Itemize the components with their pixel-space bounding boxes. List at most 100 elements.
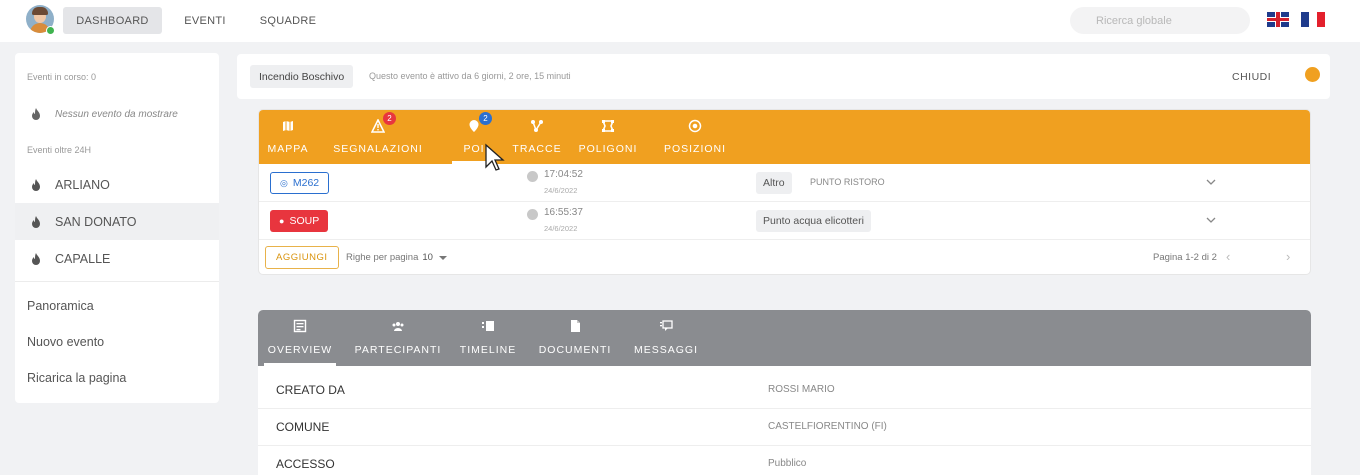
poi-code-button[interactable]: ◎ M262 — [270, 172, 330, 194]
sidebar-event-san-donato[interactable]: SAN DONATO — [15, 203, 219, 240]
tab-label: POLIGONI — [578, 143, 638, 155]
poi-time: 17:04:52 — [544, 169, 583, 180]
poi-code-label: SOUP — [289, 215, 320, 227]
chevron-down-icon[interactable] — [1205, 214, 1217, 226]
events-over-24h-label: Eventi oltre 24H — [27, 145, 92, 155]
timeline-icon — [482, 321, 494, 331]
document-icon — [571, 320, 580, 332]
top-navbar: DASHBOARD EVENTI SQUADRE Ricerca globale — [0, 0, 1360, 42]
detail-row-created-by: CREATO DA ROSSI MARIO — [258, 372, 1311, 409]
detail-row-accesso: ACCESSO Pubblico — [258, 446, 1311, 475]
flag-uk-icon[interactable] — [1267, 12, 1289, 27]
flame-icon — [32, 178, 40, 191]
detail-value: ROSSI MARIO — [768, 384, 835, 395]
global-search-input[interactable]: Ricerca globale — [1070, 7, 1250, 34]
poi-count-badge: 2 — [479, 112, 492, 125]
tab-tracce[interactable]: TRACCE — [512, 110, 562, 164]
tab-mappa[interactable]: MAPPA — [264, 110, 312, 164]
poi-category-chip: Altro — [756, 172, 792, 194]
flame-icon — [32, 108, 40, 120]
tab-partecipanti[interactable]: PARTECIPANTI — [350, 310, 446, 366]
polygon-icon — [601, 120, 615, 132]
detail-row-comune: COMUNE CASTELFIORENTINO (FI) — [258, 409, 1311, 446]
overview-icon — [293, 319, 307, 333]
flame-icon — [32, 252, 40, 265]
tab-poligoni[interactable]: POLIGONI — [575, 110, 641, 164]
event-header: Incendio Boschivo Questo evento è attivo… — [237, 54, 1330, 99]
online-status-dot — [46, 26, 55, 35]
prev-page-icon[interactable]: ‹ — [1226, 249, 1230, 264]
flag-fr-icon[interactable] — [1301, 12, 1325, 27]
detail-label: COMUNE — [276, 420, 330, 434]
mouse-cursor-icon — [485, 143, 505, 171]
new-event-link[interactable]: Nuovo evento — [27, 335, 104, 349]
radio-tower-icon: ◎ — [280, 177, 288, 188]
nav-squadre-button[interactable]: SQUADRE — [258, 7, 318, 34]
flame-icon — [32, 215, 40, 228]
sidebar-event-label: CAPALLE — [55, 251, 111, 266]
chevron-down-icon[interactable] — [1205, 176, 1217, 188]
detail-value: CASTELFIORENTINO (FI) — [768, 421, 887, 432]
person-icon: ● — [279, 216, 285, 226]
poi-row[interactable]: ● SOUP 16:55:37 24/6/2022 Punto acqua el… — [259, 202, 1310, 240]
sidebar-divider — [15, 281, 219, 282]
nav-dashboard-button[interactable]: DASHBOARD — [63, 7, 162, 34]
target-icon — [688, 119, 702, 133]
pagination-text: Pagina 1-2 di 2 — [1153, 252, 1217, 263]
add-poi-button[interactable]: AGGIUNGI — [265, 246, 339, 269]
tab-timeline[interactable]: TIMELINE — [458, 310, 518, 366]
sidebar-event-label: ARLIANO — [55, 177, 110, 192]
no-events-text: Nessun evento da mostrare — [55, 108, 178, 120]
sidebar-event-label: SAN DONATO — [55, 214, 137, 229]
detail-value: Pubblico — [768, 458, 807, 469]
tab-label: PARTECIPANTI — [354, 344, 442, 356]
event-status-dot — [1305, 67, 1320, 82]
tab-label: POSIZIONI — [663, 143, 727, 155]
event-duration-text: Questo evento è attivo da 6 giorni, 2 or… — [369, 71, 571, 81]
event-type-chip: Incendio Boschivo — [250, 65, 354, 88]
tab-documenti[interactable]: DOCUMENTI — [535, 310, 615, 366]
tab-label: OVERVIEW — [267, 344, 333, 356]
map-icon — [283, 121, 293, 131]
clock-icon — [527, 171, 538, 182]
poi-tab-bar: MAPPA 2 SEGNALAZIONI 2 POI TRACCE POLIGO… — [259, 110, 1310, 164]
events-sidebar: Eventi in corso: 0 Nessun evento da most… — [15, 53, 219, 403]
tab-messaggi[interactable]: MESSAGGI — [630, 310, 702, 366]
next-page-icon[interactable]: › — [1286, 249, 1290, 264]
rows-per-page-value: 10 — [422, 252, 433, 263]
poi-row[interactable]: ◎ M262 17:04:52 24/6/2022 Altro PUNTO RI… — [259, 164, 1310, 202]
reload-page-link[interactable]: Ricarica la pagina — [27, 371, 126, 385]
close-event-button[interactable]: CHIUDI — [1232, 71, 1271, 83]
tab-segnalazioni[interactable]: 2 SEGNALAZIONI — [324, 110, 432, 164]
tab-label: DOCUMENTI — [538, 344, 612, 356]
tab-label: MESSAGGI — [633, 344, 698, 356]
poi-time: 16:55:37 — [544, 207, 583, 218]
events-in-progress-label: Eventi in corso: 0 — [27, 72, 97, 82]
sidebar-event-arliano[interactable]: ARLIANO — [15, 166, 219, 203]
panoramica-link[interactable]: Panoramica — [27, 299, 94, 313]
caret-down-icon — [438, 255, 447, 260]
nav-eventi-button[interactable]: EVENTI — [180, 7, 230, 34]
detail-label: ACCESSO — [276, 457, 335, 471]
detail-label: CREATO DA — [276, 383, 345, 397]
segnalazioni-count-badge: 2 — [383, 112, 396, 125]
details-tab-bar: OVERVIEW PARTECIPANTI TIMELINE DOCUMENTI… — [258, 310, 1311, 366]
poi-code-button[interactable]: ● SOUP — [270, 210, 329, 232]
poi-date: 24/6/2022 — [544, 186, 578, 195]
tab-label: TRACCE — [512, 143, 562, 155]
event-details-panel: OVERVIEW PARTECIPANTI TIMELINE DOCUMENTI… — [258, 310, 1311, 475]
rows-per-page-label: Righe per pagina — [346, 252, 419, 263]
rows-per-page-select[interactable]: Righe per pagina 10 — [346, 252, 447, 263]
tab-overview[interactable]: OVERVIEW — [264, 310, 336, 366]
clock-icon — [527, 209, 538, 220]
route-icon — [531, 120, 543, 132]
poi-category-chip: Punto acqua elicotteri — [756, 210, 871, 232]
poi-subcategory: PUNTO RISTORO — [810, 177, 885, 187]
tab-posizioni[interactable]: POSIZIONI — [657, 110, 733, 164]
message-icon — [660, 320, 673, 331]
tab-label: TIMELINE — [459, 344, 517, 356]
poi-panel: MAPPA 2 SEGNALAZIONI 2 POI TRACCE POLIGO… — [258, 109, 1311, 275]
sidebar-event-capalle[interactable]: CAPALLE — [15, 240, 219, 277]
poi-code-label: M262 — [292, 177, 320, 189]
no-events-message: Nessun evento da mostrare — [31, 108, 178, 120]
